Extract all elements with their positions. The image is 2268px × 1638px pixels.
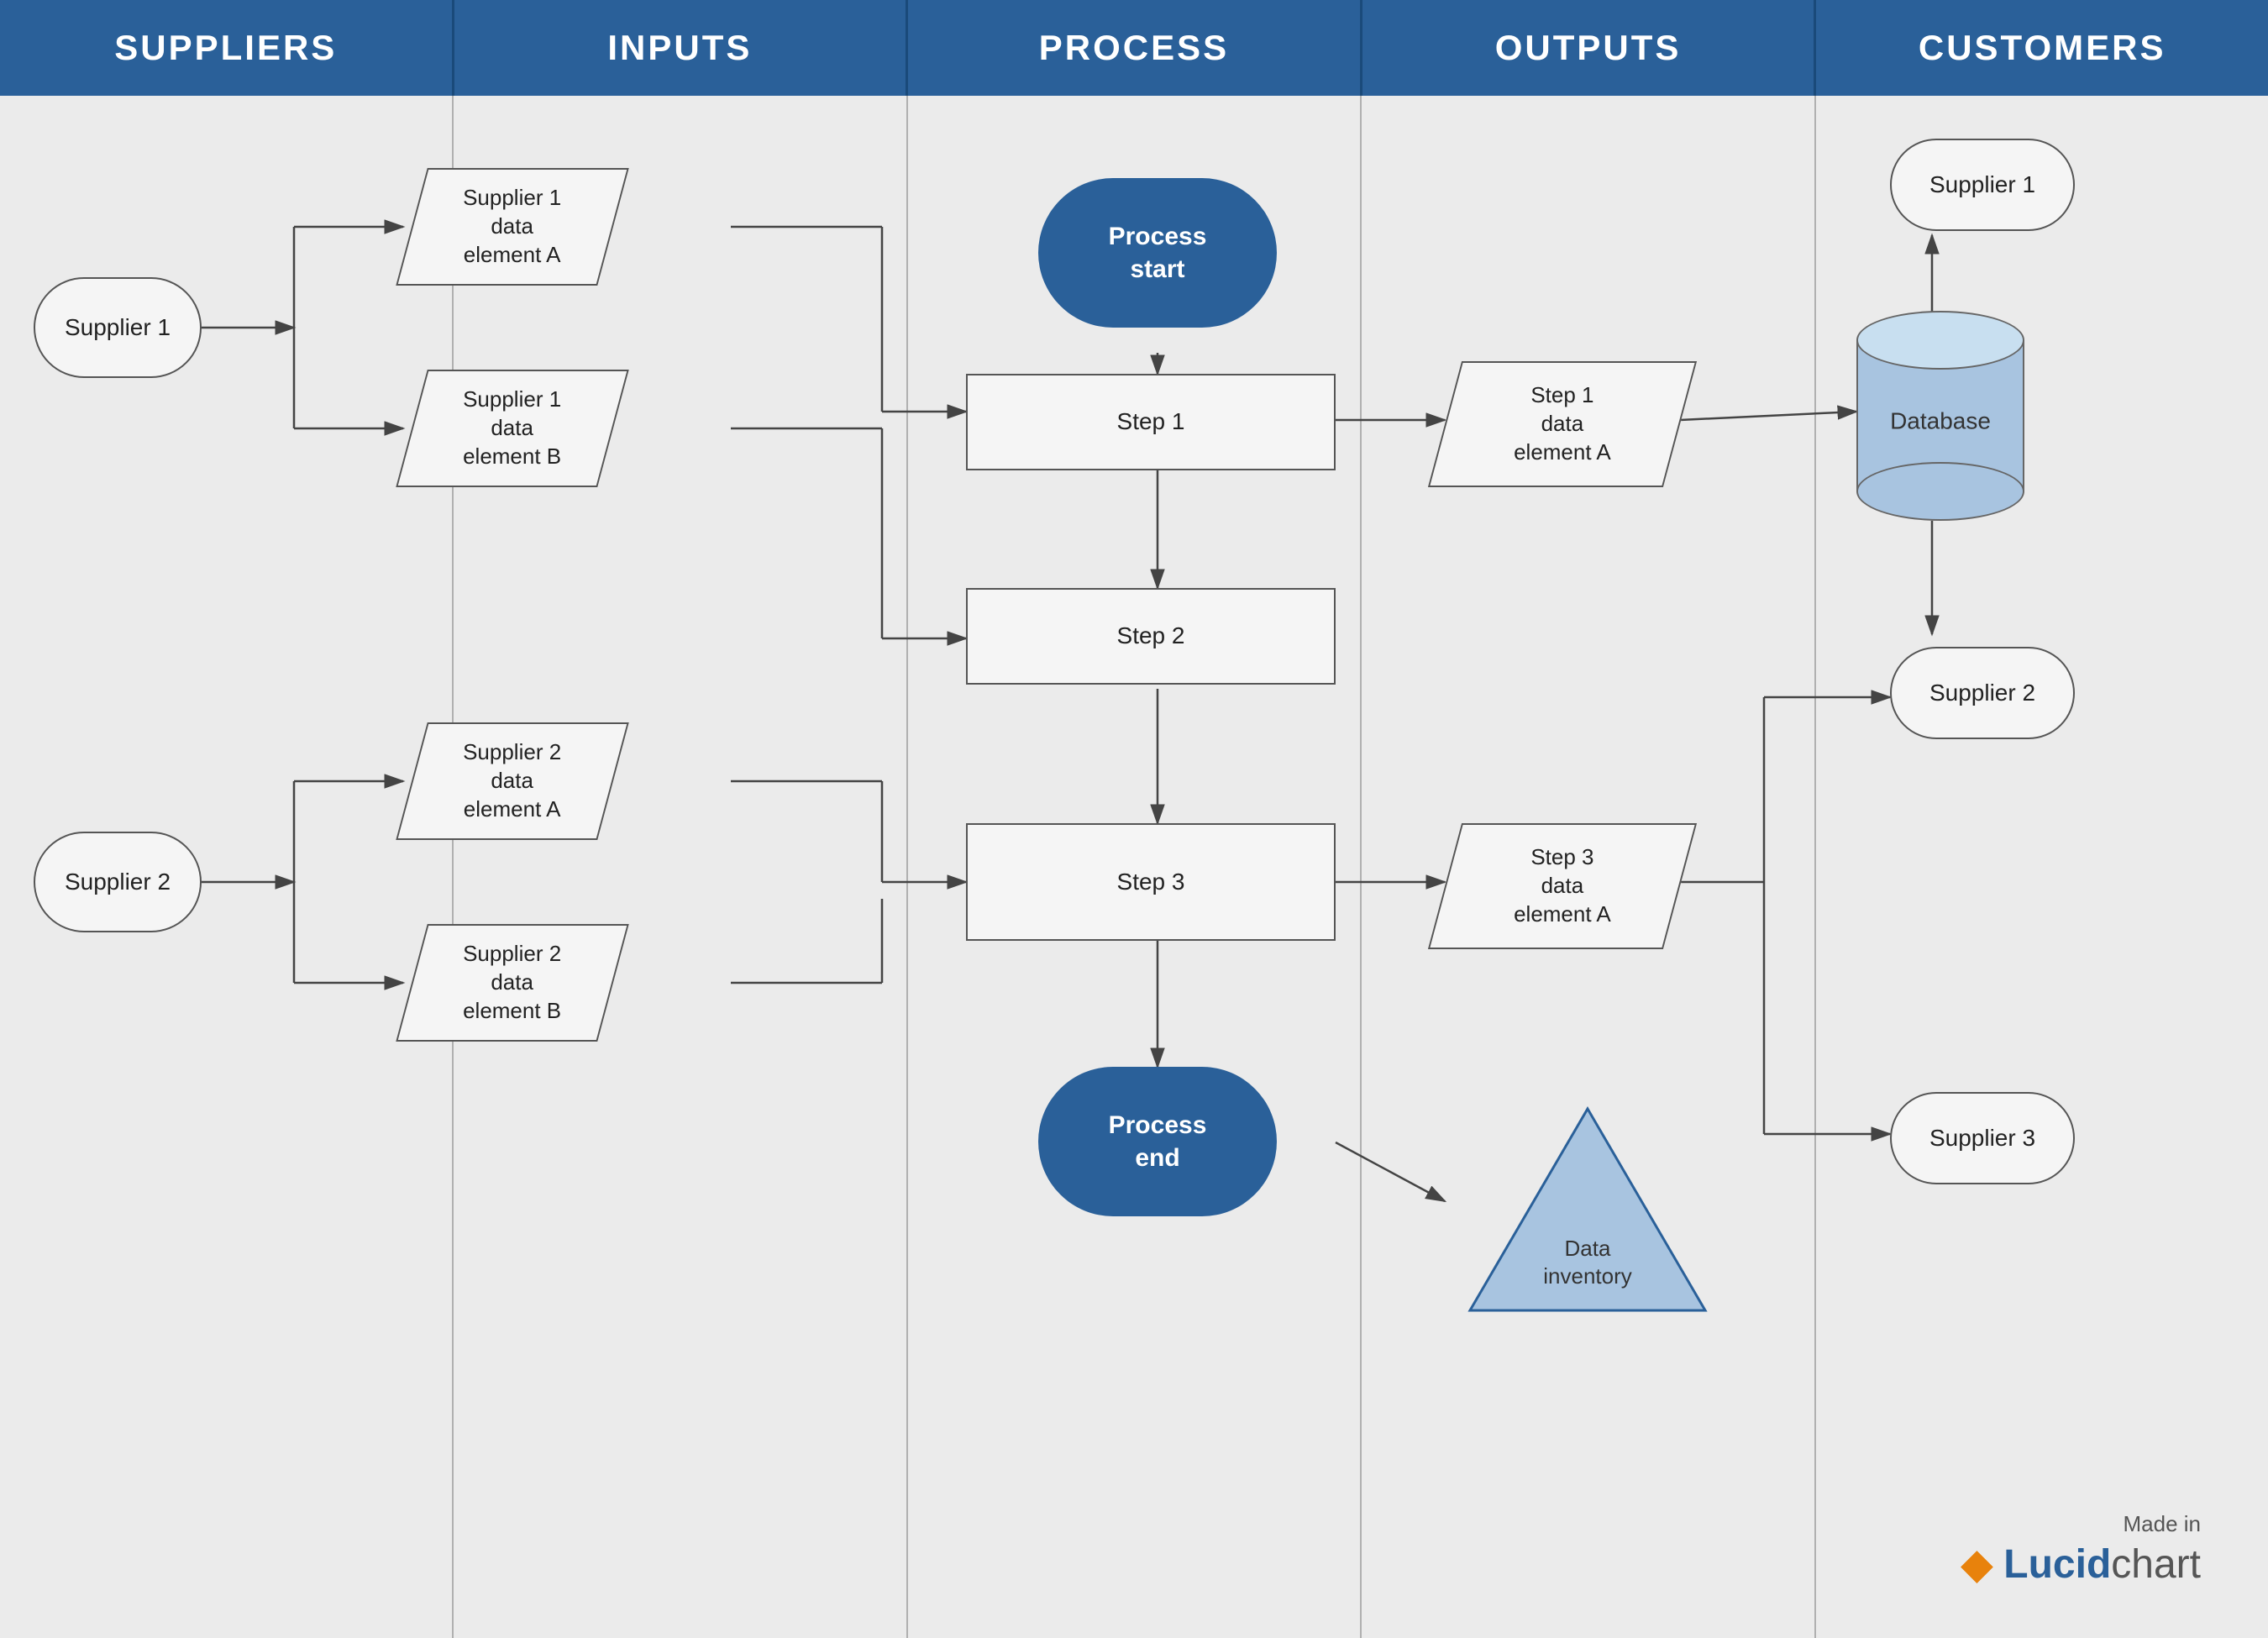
input2b-shape: Supplier 2 data element B bbox=[396, 924, 629, 1042]
branding: Made in ◆ Lucidchart bbox=[1961, 1511, 2201, 1588]
process-end-shape: Process end bbox=[1038, 1067, 1277, 1216]
input1a-shape: Supplier 1 data element A bbox=[396, 168, 629, 286]
process-start-shape: Process start bbox=[1038, 178, 1277, 328]
output1a-shape: Step 1 data element A bbox=[1428, 361, 1697, 487]
header-inputs: INPUTS bbox=[454, 0, 909, 96]
lucid-text: Lucid bbox=[2003, 1542, 2111, 1587]
chart-text: chart bbox=[2111, 1542, 2201, 1587]
header-suppliers: SUPPLIERS bbox=[0, 0, 454, 96]
svg-text:Data: Data bbox=[1565, 1236, 1611, 1261]
customer-supplier3-shape: Supplier 3 bbox=[1890, 1092, 2075, 1184]
diagram-container: SUPPLIERS INPUTS PROCESS OUTPUTS CUSTOME… bbox=[0, 0, 2268, 1638]
header-process: PROCESS bbox=[908, 0, 1362, 96]
step3-shape: Step 3 bbox=[966, 823, 1336, 941]
customer-supplier2-shape: Supplier 2 bbox=[1890, 647, 2075, 739]
data-inventory-shape: Data inventory bbox=[1462, 1100, 1714, 1319]
header-outputs: OUTPUTS bbox=[1362, 0, 1817, 96]
headers-row: SUPPLIERS INPUTS PROCESS OUTPUTS CUSTOME… bbox=[0, 0, 2268, 96]
header-customers: CUSTOMERS bbox=[1816, 0, 2268, 96]
svg-text:inventory: inventory bbox=[1543, 1263, 1632, 1289]
database-shape: Database bbox=[1856, 311, 2024, 521]
supplier1-shape: Supplier 1 bbox=[34, 277, 202, 378]
col-inputs bbox=[454, 96, 907, 1638]
customer-supplier1-shape: Supplier 1 bbox=[1890, 139, 2075, 231]
input2a-shape: Supplier 2 data element A bbox=[396, 722, 629, 840]
output3a-shape: Step 3 data element A bbox=[1428, 823, 1697, 949]
step1-shape: Step 1 bbox=[966, 374, 1336, 470]
input1b-shape: Supplier 1 data element B bbox=[396, 370, 629, 487]
supplier2-shape: Supplier 2 bbox=[34, 832, 202, 932]
step2-shape: Step 2 bbox=[966, 588, 1336, 685]
